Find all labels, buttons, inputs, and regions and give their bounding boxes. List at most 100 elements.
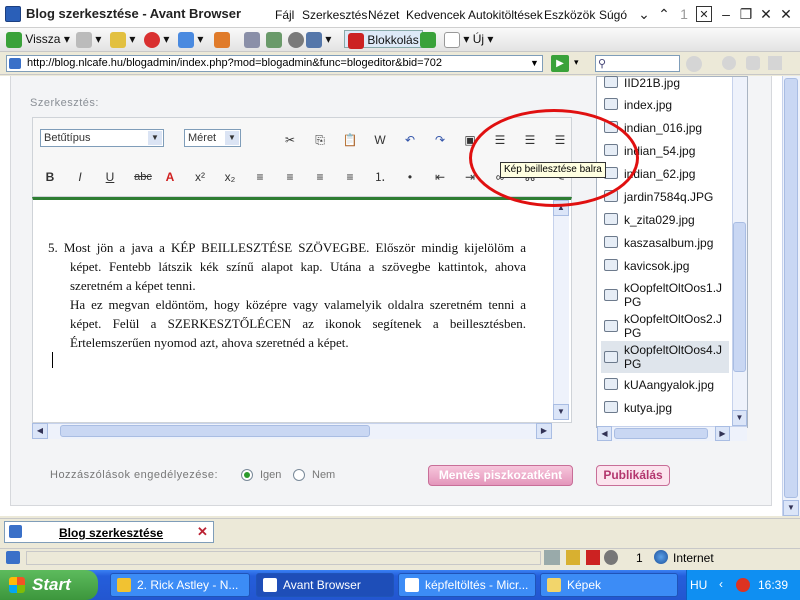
- stop-button[interactable]: ▾: [144, 30, 169, 48]
- window-layout-button[interactable]: ▾: [306, 30, 331, 48]
- comments-yes-radio[interactable]: [241, 469, 253, 481]
- go-button[interactable]: ▶: [551, 55, 569, 72]
- image-file-icon: [604, 351, 618, 363]
- close-tab-icon[interactable]: ✕: [696, 6, 712, 22]
- horizontal-scroll-thumb[interactable]: [60, 425, 370, 437]
- scroll-down-icon[interactable]: ▼: [783, 500, 799, 516]
- paste-icon[interactable]: 📋: [340, 130, 360, 150]
- home-icon: [214, 31, 230, 48]
- task-pictures-folder[interactable]: Képek: [540, 573, 678, 597]
- scroll-left-icon[interactable]: ◀: [597, 426, 612, 441]
- subscript-button[interactable]: x₂: [220, 167, 240, 187]
- tab-label: Blog szerkesztése: [59, 526, 164, 540]
- up-folder-button[interactable]: ▾: [110, 30, 135, 48]
- search-go-icon[interactable]: [686, 56, 702, 72]
- back-button[interactable]: Vissza ▾: [6, 30, 70, 48]
- font-select[interactable]: Betűtípus ▼: [40, 129, 164, 147]
- editor-text[interactable]: 5. Most jön a java a KÉP BEILLESZTÉSE SZ…: [48, 238, 526, 352]
- file-item[interactable]: kutya.jpg: [604, 401, 730, 415]
- home-button[interactable]: [214, 30, 230, 48]
- task-word-document[interactable]: képfeltöltés - Micr...: [398, 573, 536, 597]
- underline-button[interactable]: U: [100, 167, 120, 187]
- editor-vertical-scrollbar[interactable]: [553, 200, 569, 420]
- menu-tools[interactable]: Eszközök: [544, 8, 595, 22]
- file-item[interactable]: index.jpg: [604, 98, 730, 112]
- font-color-button[interactable]: A: [160, 167, 180, 187]
- search-input[interactable]: [595, 55, 680, 72]
- expand-icon[interactable]: ⌃: [656, 6, 672, 22]
- file-item[interactable]: IID21B.jpg: [604, 76, 730, 90]
- image-file-icon: [604, 98, 618, 110]
- file-item[interactable]: jardin7584q.JPG: [604, 190, 730, 204]
- scroll-down-icon[interactable]: ▼: [553, 404, 569, 420]
- file-item[interactable]: kaszasalbum.jpg: [604, 236, 730, 250]
- file-hscroll-thumb[interactable]: [614, 428, 708, 439]
- size-select[interactable]: Méret ▼: [184, 129, 241, 147]
- align-left-icon[interactable]: ≡: [250, 167, 270, 187]
- menu-autofill[interactable]: Autokitöltések: [468, 8, 543, 22]
- menu-file[interactable]: Fájl: [275, 8, 294, 22]
- address-dropdown-icon[interactable]: ▼: [530, 58, 539, 68]
- image-file-icon: [604, 378, 618, 390]
- save-draft-button[interactable]: Mentés piszkozatként: [428, 465, 573, 486]
- undo-icon[interactable]: ↶: [400, 130, 420, 150]
- favorites-button[interactable]: [244, 30, 260, 48]
- x-icon[interactable]: ✕: [778, 6, 794, 22]
- menu-view[interactable]: Nézet: [368, 8, 399, 22]
- file-item[interactable]: kavicsok.jpg: [604, 259, 730, 273]
- restore-icon[interactable]: ❐: [738, 6, 754, 22]
- redo-icon[interactable]: ↷: [430, 130, 450, 150]
- popup-block-button[interactable]: Blokkolás: [344, 30, 423, 49]
- align-center-icon[interactable]: ≡: [280, 167, 300, 187]
- scroll-right-icon[interactable]: ▶: [536, 423, 552, 439]
- bullet-list-icon[interactable]: •: [400, 167, 420, 187]
- scroll-left-icon[interactable]: ◀: [32, 423, 48, 439]
- file-item[interactable]: kUAangyalok.jpg: [604, 378, 730, 392]
- menu-help[interactable]: Súgó: [599, 8, 627, 22]
- file-item[interactable]: kOopfeltOltOos1.JPG: [604, 281, 730, 309]
- menu-favorites[interactable]: Kedvencek: [406, 8, 465, 22]
- tray-collapse-icon[interactable]: ‹: [719, 577, 723, 591]
- superscript-button[interactable]: x²: [190, 167, 210, 187]
- search-icon[interactable]: ⚲: [598, 57, 606, 70]
- scroll-right-icon[interactable]: ▶: [715, 426, 730, 441]
- italic-button[interactable]: I: [70, 167, 90, 187]
- scroll-down-icon[interactable]: ▼: [732, 410, 747, 426]
- copy-icon[interactable]: ⎘: [310, 130, 330, 150]
- find-icon[interactable]: [746, 56, 760, 70]
- bold-button[interactable]: B: [40, 167, 60, 187]
- file-item[interactable]: kOopfeltOltOos2.JPG: [604, 312, 730, 340]
- close-tab-icon[interactable]: ✕: [197, 524, 208, 540]
- clear-icon[interactable]: [768, 56, 782, 70]
- minimize-icon[interactable]: –: [718, 6, 734, 22]
- history-button[interactable]: [266, 30, 282, 48]
- refresh-button[interactable]: ▾: [178, 30, 203, 48]
- forward-button[interactable]: ▾: [76, 30, 101, 48]
- strikethrough-button[interactable]: abc: [130, 167, 156, 187]
- cut-icon[interactable]: ✂: [280, 130, 300, 150]
- outdent-icon[interactable]: ⇤: [430, 167, 450, 187]
- new-button[interactable]: ▾ Új ▾: [444, 30, 493, 48]
- address-input[interactable]: http://blog.nlcafe.hu/blogadmin/index.ph…: [6, 55, 543, 72]
- justify-icon[interactable]: ≡: [340, 167, 360, 187]
- language-indicator[interactable]: HU: [690, 578, 707, 592]
- numbered-list-icon[interactable]: ⒈: [370, 167, 390, 187]
- comments-no-radio[interactable]: [293, 469, 305, 481]
- task-music-player[interactable]: 2. Rick Astley - N...: [110, 573, 250, 597]
- task-avant-browser[interactable]: Avant Browser: [256, 573, 394, 597]
- go-dropdown-icon[interactable]: ▾: [574, 57, 579, 68]
- highlight-icon[interactable]: [722, 56, 736, 70]
- page-scroll-thumb[interactable]: [784, 78, 798, 498]
- publish-button[interactable]: Publikálás: [596, 465, 670, 486]
- close-icon[interactable]: ✕: [758, 6, 774, 22]
- security-alert-icon[interactable]: [736, 578, 750, 592]
- collapse-icon[interactable]: ⌄: [636, 6, 652, 22]
- paste-word-icon[interactable]: W: [370, 130, 390, 150]
- file-item-selected[interactable]: kOopfeltOltOos4.JPG: [604, 343, 730, 371]
- align-right-icon[interactable]: ≡: [310, 167, 330, 187]
- file-item[interactable]: k_zita029.jpg: [604, 213, 730, 227]
- flash-button[interactable]: [420, 30, 436, 48]
- file-scroll-thumb[interactable]: [733, 222, 746, 372]
- menu-edit[interactable]: Szerkesztés: [302, 8, 367, 22]
- forward-arrow-icon: [76, 31, 92, 48]
